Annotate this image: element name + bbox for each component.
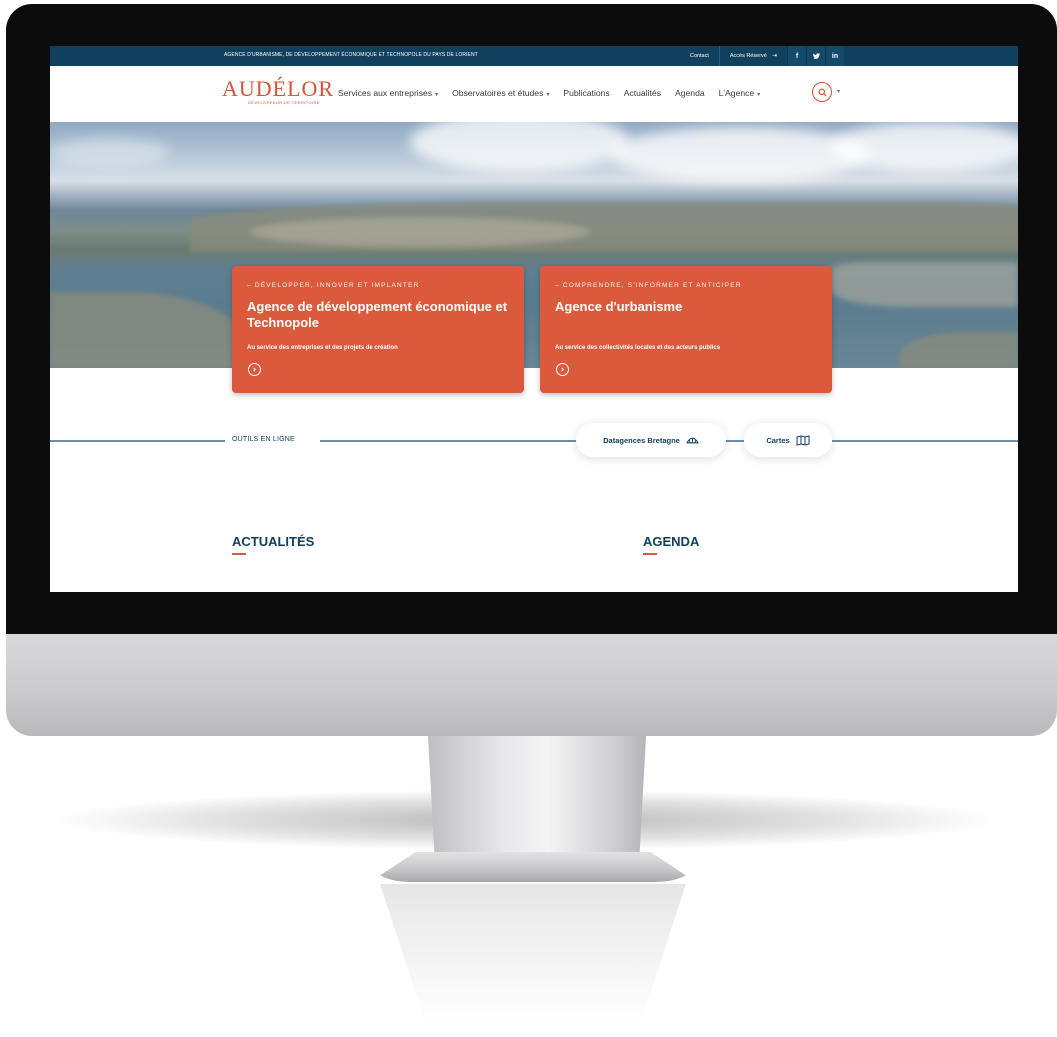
card-eyebrow: – COMPRENDRE, S'INFORMER ET ANTICIPER xyxy=(555,282,742,289)
nav-agenda[interactable]: Agenda xyxy=(675,88,705,98)
nav-agence[interactable]: L'Agence ▾ xyxy=(719,88,761,98)
nav-observatoires[interactable]: Observatoires et études ▾ xyxy=(452,88,549,98)
top-bar-links: Contact Accès Réservé ⇥ f in xyxy=(680,46,844,66)
login-icon: ⇥ xyxy=(772,53,777,59)
chevron-down-icon: ▾ xyxy=(435,92,439,98)
chevron-down-icon[interactable]: ▾ xyxy=(837,88,840,95)
nav-publications[interactable]: Publications xyxy=(563,88,609,98)
online-tools-label: OUTILS EN LIGNE xyxy=(232,436,295,443)
datagences-button[interactable]: Datagences Bretagne xyxy=(576,423,726,457)
site-logo[interactable]: AUDÉLOR DÉVELOPPEUR DE TERRITOIRE xyxy=(222,76,335,106)
chevron-down-icon: ▾ xyxy=(757,92,761,98)
town xyxy=(250,217,590,247)
nav-actualites[interactable]: Actualités xyxy=(624,88,661,98)
card-description: Au service des entreprises et des projet… xyxy=(247,345,398,351)
search-button[interactable] xyxy=(812,82,832,102)
twitter-icon[interactable] xyxy=(806,46,825,66)
divider-line xyxy=(50,440,225,442)
heading-underline xyxy=(643,553,657,555)
top-bar: AGENCE D'URBANISME, DE DÉVELOPPEMENT ÉCO… xyxy=(50,46,1018,66)
nav-services-label: Services aux entreprises xyxy=(338,88,433,98)
arrow-right-icon[interactable] xyxy=(556,363,569,376)
card-eyebrow: – DÉVELOPPER, INNOVER ET IMPLANTER xyxy=(247,282,420,289)
monitor-stand-base xyxy=(370,852,696,882)
monitor-chin xyxy=(6,634,1057,736)
cloud xyxy=(830,122,1018,172)
reserved-access-link[interactable]: Accès Réservé ⇥ xyxy=(720,53,787,59)
peninsula xyxy=(50,292,240,368)
top-bar-tagline: AGENCE D'URBANISME, DE DÉVELOPPEMENT ÉCO… xyxy=(224,52,478,58)
facebook-icon[interactable]: f xyxy=(787,46,806,66)
search-icon xyxy=(817,87,827,97)
island xyxy=(900,332,1018,368)
map-icon xyxy=(796,434,810,446)
hero-aerial-image xyxy=(50,122,1018,368)
divider-line xyxy=(724,440,744,442)
maps-label: Cartes xyxy=(766,435,790,445)
arrow-right-icon[interactable] xyxy=(248,363,261,376)
datagences-label: Datagences Bretagne xyxy=(603,435,680,445)
database-icon xyxy=(685,437,699,444)
news-heading: ACTUALITÉS xyxy=(232,534,315,549)
logo-wordmark: AUDÉLOR xyxy=(222,76,335,101)
chevron-down-icon: ▾ xyxy=(546,92,550,98)
nav-observatoires-label: Observatoires et études xyxy=(452,88,544,98)
main-navbar: AUDÉLOR DÉVELOPPEUR DE TERRITOIRE Servic… xyxy=(50,66,1018,122)
monitor-stand-neck xyxy=(428,736,646,856)
linkedin-icon[interactable]: in xyxy=(825,46,844,66)
main-menu: Services aux entreprises ▾ Observatoires … xyxy=(338,88,760,98)
card-title: Agence de développement économique et Te… xyxy=(247,299,508,330)
stand-reflection xyxy=(380,884,686,1024)
contact-link[interactable]: Contact xyxy=(680,53,719,59)
harbour xyxy=(830,262,1018,307)
reserved-access-label: Accès Réservé xyxy=(729,53,767,59)
cloud xyxy=(610,127,870,182)
website-screen: AGENCE D'URBANISME, DE DÉVELOPPEMENT ÉCO… xyxy=(50,46,1018,592)
nav-services[interactable]: Services aux entreprises ▾ xyxy=(338,88,438,98)
card-description: Au service des collectivités locales et … xyxy=(555,345,721,351)
maps-button[interactable]: Cartes xyxy=(744,423,832,457)
card-title: Agence d'urbanisme xyxy=(555,299,683,314)
cloud xyxy=(410,122,630,172)
heading-underline xyxy=(232,553,246,555)
agenda-heading: AGENDA xyxy=(643,534,700,549)
divider-line xyxy=(832,440,1018,442)
card-economic-development[interactable]: – DÉVELOPPER, INNOVER ET IMPLANTER Agenc… xyxy=(232,266,524,393)
card-urbanism[interactable]: – COMPRENDRE, S'INFORMER ET ANTICIPER Ag… xyxy=(540,266,832,393)
divider-line xyxy=(320,440,578,442)
nav-agence-label: L'Agence xyxy=(718,88,755,98)
cloud xyxy=(50,137,170,167)
